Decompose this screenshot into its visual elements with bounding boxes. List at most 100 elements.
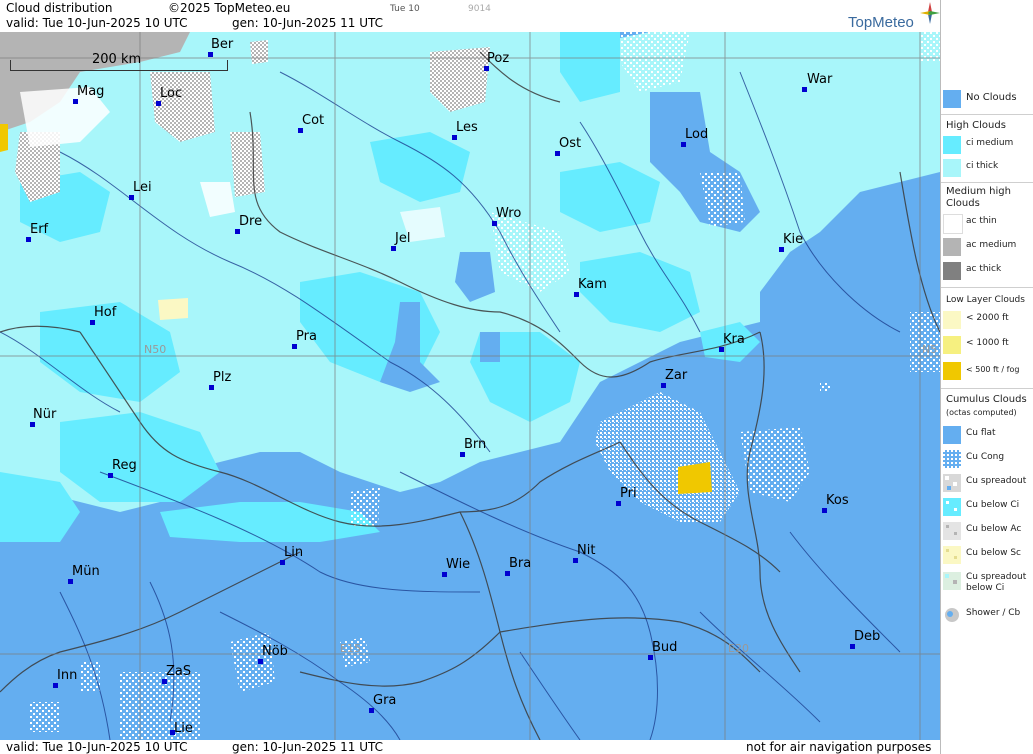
city-label: Plz <box>213 370 232 385</box>
legend-label: < 1000 ft <box>966 338 1009 348</box>
city-dot <box>209 385 214 390</box>
city-label: Bud <box>652 640 678 655</box>
city-dot <box>68 579 73 584</box>
city-label: Kos <box>826 493 849 508</box>
city-label: Ber <box>211 37 234 52</box>
legend-label: < 500 ft / fog <box>966 365 1020 374</box>
city-dot <box>484 66 489 71</box>
legend-divider <box>941 114 1033 115</box>
city-label: Reg <box>112 458 137 473</box>
legend-low-500: < 500 ft / fog <box>941 360 1033 382</box>
legend-label: ci thick <box>966 161 999 171</box>
city-label: Hof <box>94 305 117 320</box>
city-dot <box>162 679 167 684</box>
city-label: Wie <box>446 557 471 572</box>
legend-swatch <box>943 546 961 564</box>
city-label: Cot <box>302 113 325 128</box>
legend-ac-medium: ac medium <box>941 236 1033 258</box>
city-label: Nöb <box>262 644 288 659</box>
legend-swatch <box>943 426 961 444</box>
city-dot <box>156 101 161 106</box>
city-label: Ost <box>559 136 582 151</box>
city-dot <box>53 683 58 688</box>
city-dot <box>208 52 213 57</box>
city-dot <box>648 655 653 660</box>
legend-swatch <box>943 238 961 256</box>
legend-cumulus-header: Cumulus Clouds <box>946 394 1027 405</box>
brand-name: TopMeteo <box>848 14 914 31</box>
city-dot <box>369 708 374 713</box>
legend-cu-flat: Cu flat <box>941 424 1033 446</box>
map-code: 9014 <box>468 4 491 14</box>
legend-label: Shower / Cb <box>966 608 1021 618</box>
city-label: Kam <box>578 277 607 292</box>
city-dot <box>822 508 827 513</box>
city-dot <box>26 237 31 242</box>
legend-label: Cu below Sc <box>966 548 1021 558</box>
city-label: Jel <box>395 231 411 246</box>
compass-logo-icon <box>920 2 940 24</box>
legend-swatch <box>943 572 961 590</box>
city-label: Brn <box>464 437 487 452</box>
legend-label: ci medium <box>966 138 1014 148</box>
city-dot <box>30 422 35 427</box>
legend-label: Cu Cong <box>966 452 1005 462</box>
city-dot <box>573 558 578 563</box>
legend-cumulus-subheader: (octas computed) <box>946 408 1017 417</box>
legend-label: ac thick <box>966 264 1002 274</box>
legend-cu-spreadout-below-ci: Cu spreadout below Ci <box>941 570 1033 598</box>
city-dot <box>505 571 510 576</box>
legend-label: Cu spreadout below Ci <box>966 572 1027 593</box>
city-dot <box>460 452 465 457</box>
city-label: Nür <box>33 407 57 422</box>
legend-swatch <box>943 159 961 177</box>
valid-time: valid: Tue 10-Jun-2025 10 UTC <box>6 16 188 30</box>
city-dot <box>574 292 579 297</box>
city-dot <box>681 142 686 147</box>
city-label: Lei <box>133 180 152 195</box>
city-dot <box>108 473 113 478</box>
scale-label: 200 km <box>92 52 142 67</box>
legend-swatch <box>943 214 963 234</box>
city-dot <box>719 347 724 352</box>
city-label: ZaS <box>166 664 192 679</box>
legend-cu-below-ci: Cu below Ci <box>941 496 1033 518</box>
city-label: Bra <box>509 556 532 571</box>
city-dot <box>280 560 285 565</box>
grid-label-e20: E20 <box>728 642 749 655</box>
shower-cb-icon <box>943 606 961 624</box>
legend-shower: Shower / Cb <box>941 604 1033 626</box>
city-label: Lod <box>685 127 709 142</box>
cloud-map[interactable]: 200 km N50 E15 E20 N5 Ber Poz War Mag Lo… <box>0 32 940 740</box>
legend-cu-below-sc: Cu below Sc <box>941 544 1033 566</box>
legend-ci-medium: ci medium <box>941 134 1033 156</box>
city-label: Pri <box>620 486 637 501</box>
legend-swatch <box>943 498 961 516</box>
header-bar: Cloud distribution ©2025 TopMeteo.eu val… <box>0 0 940 32</box>
legend-swatch <box>943 450 961 468</box>
legend-panel: No Clouds High Clouds ci medium ci thick… <box>940 0 1033 754</box>
day-tab[interactable]: Tue 10 <box>390 4 420 14</box>
legend-label: No Clouds <box>966 92 1017 103</box>
legend-label: Cu below Ci <box>966 500 1020 510</box>
city-label: Mag <box>77 84 105 99</box>
city-dot <box>555 151 560 156</box>
city-label: Kra <box>723 332 745 347</box>
legend-cu-spreadout: Cu spreadout <box>941 472 1033 494</box>
legend-swatch <box>943 522 961 540</box>
grid-label-e15: E15 <box>340 642 361 655</box>
city-dot <box>90 320 95 325</box>
legend-swatch <box>943 474 961 492</box>
legend-low-2000: < 2000 ft <box>941 309 1033 331</box>
city-label: Mün <box>72 564 100 579</box>
legend-ac-thin: ac thin <box>941 212 1033 234</box>
legend-swatch <box>943 336 961 354</box>
city-label: Kie <box>783 232 804 247</box>
city-label: War <box>807 72 833 87</box>
generated-time: gen: 10-Jun-2025 11 UTC <box>232 16 384 30</box>
cloud-layers <box>0 32 940 740</box>
city-label: Pra <box>296 329 317 344</box>
city-label: Nit <box>577 543 596 558</box>
legend-high-clouds-header: High Clouds <box>946 120 1006 131</box>
legend-low-clouds-header: Low Layer Clouds <box>946 295 1025 305</box>
